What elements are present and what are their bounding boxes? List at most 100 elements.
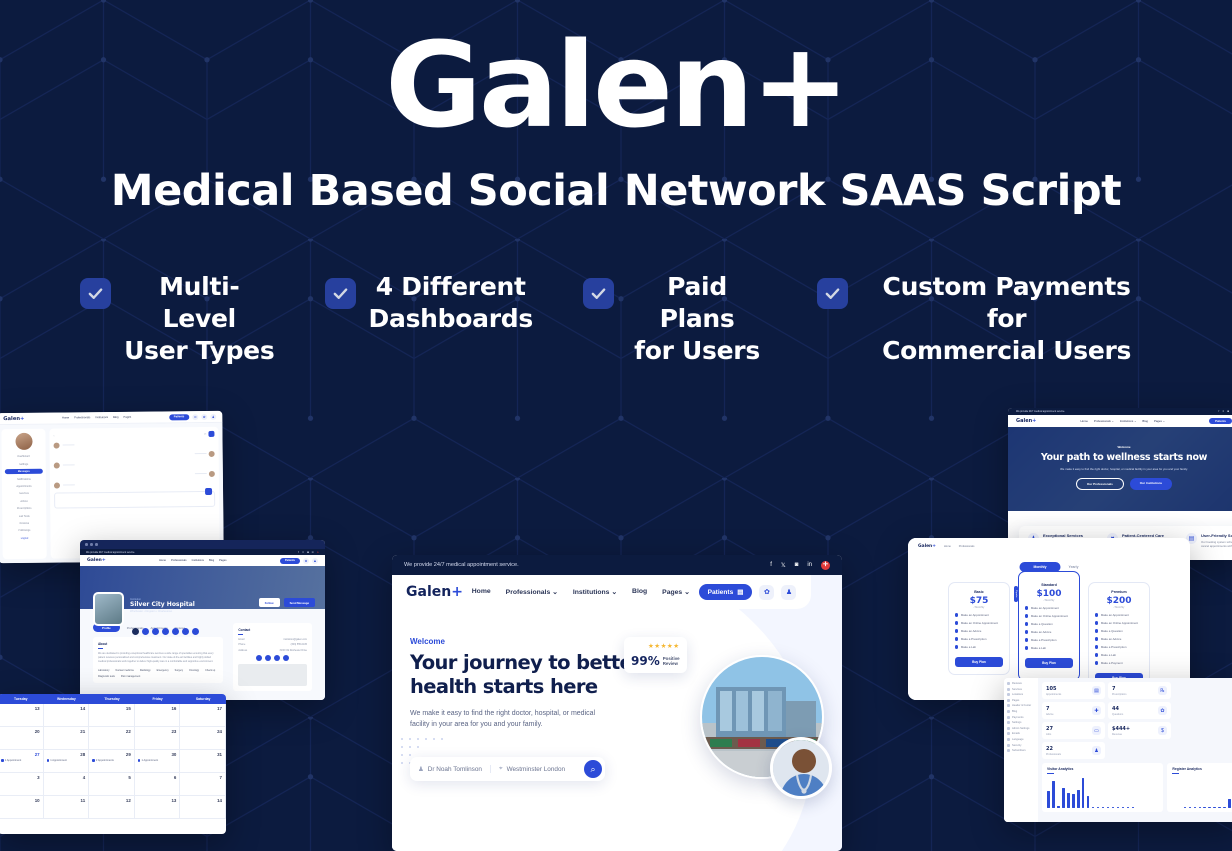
facebook-icon[interactable]: f: [770, 562, 772, 568]
nav-link[interactable]: Professionals: [74, 416, 90, 419]
buy-plan-button[interactable]: Buy Plan: [955, 657, 1003, 667]
nav-link[interactable]: Blog: [1142, 419, 1148, 423]
send-message-button[interactable]: Send Message: [283, 598, 315, 607]
nav-link[interactable]: Pages: [219, 559, 226, 562]
calendar-day-cell[interactable]: 14: [44, 704, 90, 726]
sidebar-item-notifications[interactable]: Notifications: [5, 476, 43, 481]
send-icon[interactable]: [208, 430, 215, 437]
x-icon[interactable]: 𝕏: [781, 562, 786, 569]
gear-icon[interactable]: ✿: [302, 557, 309, 564]
nav-link-pages[interactable]: Pages ⌄: [662, 588, 690, 596]
calendar-day-cell[interactable]: 10: [0, 796, 44, 818]
patients-button[interactable]: Patients: [168, 413, 190, 420]
calendar-day-cell[interactable]: 14: [180, 796, 226, 818]
calendar-day-cell[interactable]: 5: [89, 773, 135, 795]
sidebar-item-advice[interactable]: Advice: [5, 498, 43, 503]
sidebar-item[interactable]: Subscribers: [1007, 749, 1035, 753]
sidebar-item[interactable]: Services: [1007, 687, 1035, 691]
calendar-day-cell[interactable]: 27 1 Appointment: [0, 750, 44, 772]
calendar-event[interactable]: 1 Appointment: [46, 759, 86, 762]
nav-link-professionals[interactable]: Professionals ⌄: [506, 588, 558, 596]
nav-links[interactable]: Home Professionals Institutions Blog Pag…: [62, 416, 131, 420]
follow-button[interactable]: Follow: [258, 598, 280, 607]
gear-icon[interactable]: ✿: [201, 413, 208, 420]
instagram-icon[interactable]: ◙: [307, 551, 309, 554]
patients-button[interactable]: Patients ▤: [698, 584, 753, 600]
nav-link-blog[interactable]: Blog: [632, 588, 647, 596]
calendar-day-cell[interactable]: 22: [89, 727, 135, 749]
calendar-day-cell[interactable]: 11: [44, 796, 90, 818]
back-icon[interactable]: ‹: [53, 434, 54, 438]
instagram-icon[interactable]: ◙: [795, 562, 799, 568]
nav-link[interactable]: Institutions ⌄: [1120, 419, 1137, 423]
nav-link[interactable]: Home: [944, 545, 951, 548]
nav-link[interactable]: Institutions: [192, 559, 204, 562]
calendar-day-cell[interactable]: 15: [89, 704, 135, 726]
our-professionals-button[interactable]: Our Professionals: [1075, 478, 1124, 490]
calendar-event[interactable]: 2 Appointments: [92, 759, 131, 762]
attach-icon[interactable]: ✂: [204, 432, 207, 436]
nav-link[interactable]: Pages ⌄: [1154, 419, 1165, 423]
nav-link[interactable]: Pages: [124, 416, 132, 419]
nav-link-institutions[interactable]: Institutions ⌄: [573, 588, 617, 596]
search-button[interactable]: ⌕: [584, 760, 602, 778]
patients-button[interactable]: Patients: [279, 557, 300, 564]
calendar-event[interactable]: 1 Appointment: [1, 759, 40, 762]
calendar-day-cell[interactable]: 13: [135, 796, 181, 818]
nav-link[interactable]: Professionals: [959, 545, 975, 548]
user-icon[interactable]: ♟: [311, 557, 318, 564]
nav-links[interactable]: Home Professionals ⌄ Institutions ⌄ Blog…: [1080, 419, 1165, 423]
calendar-day-cell[interactable]: 29 2 Appointments: [89, 750, 135, 772]
patients-button[interactable]: Patients: [1209, 417, 1232, 425]
calendar-day-cell[interactable]: 3: [0, 773, 44, 795]
sidebar-item-prescriptions[interactable]: Prescriptions: [5, 506, 43, 511]
x-icon[interactable]: ✕: [302, 551, 304, 554]
sidebar-item-messages[interactable]: Messages: [4, 468, 43, 475]
calendar-day-cell[interactable]: 28 1 Appointment: [44, 750, 90, 772]
calendar-day-cell[interactable]: 30 1 Appointment: [135, 750, 181, 772]
calendar-day-cell[interactable]: 21: [44, 727, 90, 749]
sidebar-item[interactable]: Locations: [1007, 693, 1035, 697]
nav-links[interactable]: Home Professionals Institutions Blog Pag…: [159, 559, 226, 562]
nav-link-home[interactable]: Home: [472, 588, 491, 596]
sidebar-item[interactable]: Header & Footer: [1007, 704, 1035, 708]
hero-search-bar[interactable]: ♟ Dr Noah Tomlinson ⌖ Westminster London…: [410, 757, 605, 781]
nav-link[interactable]: Home: [159, 559, 166, 562]
calendar-day-cell[interactable]: 17: [180, 704, 226, 726]
our-institutions-button[interactable]: Our Institutions: [1129, 478, 1173, 490]
gear-icon[interactable]: ✿: [759, 584, 775, 600]
sidebar-item-reviews[interactable]: Reviews: [5, 521, 43, 526]
sidebar-item[interactable]: Security: [1007, 743, 1035, 747]
linkedin-icon[interactable]: in: [312, 551, 314, 554]
sidebar-item[interactable]: Admin Settings: [1007, 726, 1035, 730]
nav-link[interactable]: Professionals ⌄: [1094, 419, 1114, 423]
user-icon[interactable]: ♟: [210, 413, 217, 420]
send-button[interactable]: [205, 487, 213, 496]
sidebar-item[interactable]: Settings: [1007, 721, 1035, 725]
sidebar-item[interactable]: Pages: [1007, 698, 1035, 702]
calendar-day-cell[interactable]: 7: [180, 773, 226, 795]
facebook-icon[interactable]: f: [1218, 410, 1219, 413]
sidebar-item[interactable]: Emails: [1007, 732, 1035, 736]
calendar-day-cell[interactable]: 23: [135, 727, 181, 749]
sidebar-item[interactable]: Blog: [1007, 709, 1035, 713]
nav-link[interactable]: Home: [1080, 419, 1087, 423]
calendar-day-cell[interactable]: 4: [44, 773, 90, 795]
toggle-monthly[interactable]: Monthly: [1019, 562, 1061, 572]
sidebar-item-followings[interactable]: Followings: [5, 528, 43, 533]
bell-icon[interactable]: ✉: [192, 413, 199, 420]
message-input[interactable]: [54, 487, 216, 509]
sidebar-item[interactable]: Reviews: [1007, 682, 1035, 685]
calendar-day-cell[interactable]: 13: [0, 704, 44, 726]
sidebar-item-appointments[interactable]: Appointments: [5, 484, 43, 489]
sidebar-item-logout[interactable]: Logout: [6, 535, 44, 540]
map[interactable]: [238, 663, 307, 686]
calendar-day-cell[interactable]: 20: [0, 727, 44, 749]
linkedin-icon[interactable]: in: [807, 562, 812, 568]
buy-plan-button[interactable]: Buy Plan: [1025, 658, 1073, 668]
billing-toggle[interactable]: Monthly Yearly: [1019, 562, 1079, 572]
sidebar-item-dashboard[interactable]: Dashboard: [5, 454, 43, 459]
nav-links[interactable]: Home Professionals ⌄ Institutions ⌄ Blog…: [472, 588, 690, 596]
calendar-day-cell[interactable]: 24: [180, 727, 226, 749]
sidebar-item[interactable]: Language: [1007, 737, 1035, 741]
